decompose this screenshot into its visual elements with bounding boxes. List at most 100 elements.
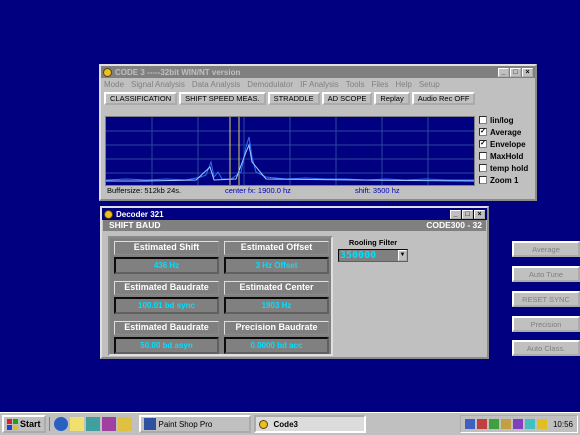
code3-titlebar[interactable]: CODE 3 -----32bit WIN/NT version _ □ × [101,66,535,78]
clock[interactable]: 10:56 [553,420,573,429]
tray-network-icon[interactable] [464,419,475,429]
tray-volume-icon[interactable] [476,419,487,429]
estimated-baudrate-asyn-label: Estimated Baudrate [114,321,219,335]
checkbox-maxhold[interactable] [479,152,487,160]
quick-launch [48,417,136,431]
menu-help[interactable]: Help [395,80,411,89]
rooling-filter-label: Rooling Filter [348,238,398,247]
close-button[interactable]: × [522,67,533,77]
buffersize-label: Buffersize: 512kb 24s. [107,186,182,195]
rooling-filter-select[interactable]: 350000 ▼ [338,249,408,262]
check-maxhold[interactable]: MaxHold [479,150,539,162]
estimated-center-label: Estimated Center [224,281,329,295]
auto-class-button[interactable]: Auto Class. [512,340,580,356]
check-lin-log[interactable]: lin/log [479,114,539,126]
start-label: Start [20,419,41,429]
estimated-baudrate-sync-label: Estimated Baudrate [114,281,219,295]
spectrum-grid [106,117,474,185]
menu-signal-analysis[interactable]: Signal Analysis [131,80,185,89]
menu-files[interactable]: Files [371,80,388,89]
precision-baudrate-value: 0.0000 bd acc [224,337,329,354]
decoder-close-button[interactable]: × [474,209,485,219]
replay-button[interactable]: Replay [374,92,410,105]
precision-button[interactable]: Precision [512,316,580,332]
ad-scope-button[interactable]: AD SCOPE [321,92,373,105]
task-label-paint-shop-pro: Paint Shop Pro [158,419,213,429]
estimated-shift-value: 436 Hz [114,257,219,274]
estimated-offset-value: 3 Hz Offset [224,257,329,274]
checkbox-zoom[interactable] [479,176,487,184]
code3-window: CODE 3 -----32bit WIN/NT version _ □ × M… [99,64,537,201]
menu-setup[interactable]: Setup [419,80,440,89]
menu-tools[interactable]: Tools [346,80,365,89]
task-code3[interactable]: Code3 [253,415,366,433]
rooling-filter-value: 350000 [340,250,377,261]
spectrum-display[interactable] [105,116,475,186]
checkbox-average[interactable]: ✓ [479,128,487,136]
checkbox-envelope[interactable]: ✓ [479,140,487,148]
checkbox-lin-log[interactable] [479,116,487,124]
auto-tune-button[interactable]: Auto Tune [512,266,580,282]
desktop-icon[interactable] [85,417,100,431]
menubar: Mode Signal Analysis Data Analysis Demod… [101,78,535,90]
reset-sync-button[interactable]: RESET SYNC [512,291,580,307]
straddle-button[interactable]: STRADDLE [267,92,320,105]
tray-printer-icon[interactable] [500,419,511,429]
precision-baudrate-label: Precision Baudrate [224,321,329,335]
spectrum-svg [106,117,474,185]
check-envelope[interactable]: ✓ Envelope [479,138,539,150]
paint-shop-pro-icon [143,418,156,430]
taskbar: Start Paint Shop Pro Code3 10:56 [0,412,580,435]
check-temp-hold[interactable]: temp hold [479,162,539,174]
display-options: lin/log ✓ Average ✓ Envelope MaxHold temp … [479,114,539,186]
classification-button[interactable]: CLASSIFICATION [104,92,178,105]
tray-scheduler-icon[interactable] [524,419,535,429]
tray-monitor-icon[interactable] [488,419,499,429]
minimize-button[interactable]: _ [498,67,509,77]
decoder-mode-label: SHIFT BAUD [109,220,161,230]
maximize-button[interactable]: □ [510,67,521,77]
estimated-center-value: 1903 Hz [224,297,329,314]
decoder-window: Decoder 321 _ □ × SHIFT BAUD CODE300 - 3… [100,206,580,359]
decoder-title: Decoder 321 [116,209,164,219]
app-icon [103,67,112,77]
code3-title: CODE 3 -----32bit WIN/NT version [115,67,241,77]
tray-misc-icon[interactable] [512,419,523,429]
chevron-down-icon[interactable]: ▼ [398,250,407,261]
decoder-titlebar[interactable]: Decoder 321 _ □ × [102,208,487,220]
explorer-icon[interactable] [117,417,132,431]
ie-icon[interactable] [53,417,68,431]
outlook-icon[interactable] [69,417,84,431]
decoder-code-label: CODE300 - 32 [426,220,482,230]
start-button[interactable]: Start [2,415,46,433]
average-button[interactable]: Average [512,241,580,257]
windows-logo-icon [7,418,18,430]
decoder-maximize-button[interactable]: □ [462,209,473,219]
channels-icon[interactable] [101,417,116,431]
checkbox-temp-hold[interactable] [479,164,487,172]
check-zoom[interactable]: Zoom 1 [479,174,539,186]
task-paint-shop-pro[interactable]: Paint Shop Pro [138,415,251,433]
toolbar: CLASSIFICATION SHIFT SPEED MEAS. STRADDL… [101,90,535,107]
shift-speed-button[interactable]: SHIFT SPEED MEAS. [179,92,266,105]
estimated-baudrate-sync-value: 100.01 bd sync [114,297,219,314]
center-label: center fx: 1900.0 hz [225,186,291,195]
decoder-app-icon [104,209,113,219]
check-average[interactable]: ✓ Average [479,126,539,138]
audio-rec-button[interactable]: Audio Rec OFF [411,92,476,105]
estimated-baudrate-asyn-value: 50.00 bd asyn [114,337,219,354]
decoder-subheader: SHIFT BAUD CODE300 - 32 [103,220,486,231]
shift-label: shift: 3500 hz [355,186,400,195]
menu-demodulator[interactable]: Demodulator [247,80,293,89]
task-label-code3: Code3 [273,419,298,429]
estimated-shift-label: Estimated Shift [114,241,219,255]
tray-speaker-icon[interactable] [536,419,547,429]
system-tray: 10:56 [459,415,578,433]
estimated-offset-label: Estimated Offset [224,241,329,255]
spectrum-status: Buffersize: 512kb 24s. center fx: 1900.0… [105,184,475,196]
menu-mode[interactable]: Mode [104,80,124,89]
decoder-minimize-button[interactable]: _ [450,209,461,219]
menu-if-analysis[interactable]: IF Analysis [300,80,339,89]
menu-data-analysis[interactable]: Data Analysis [192,80,240,89]
code3-task-icon [258,419,268,429]
